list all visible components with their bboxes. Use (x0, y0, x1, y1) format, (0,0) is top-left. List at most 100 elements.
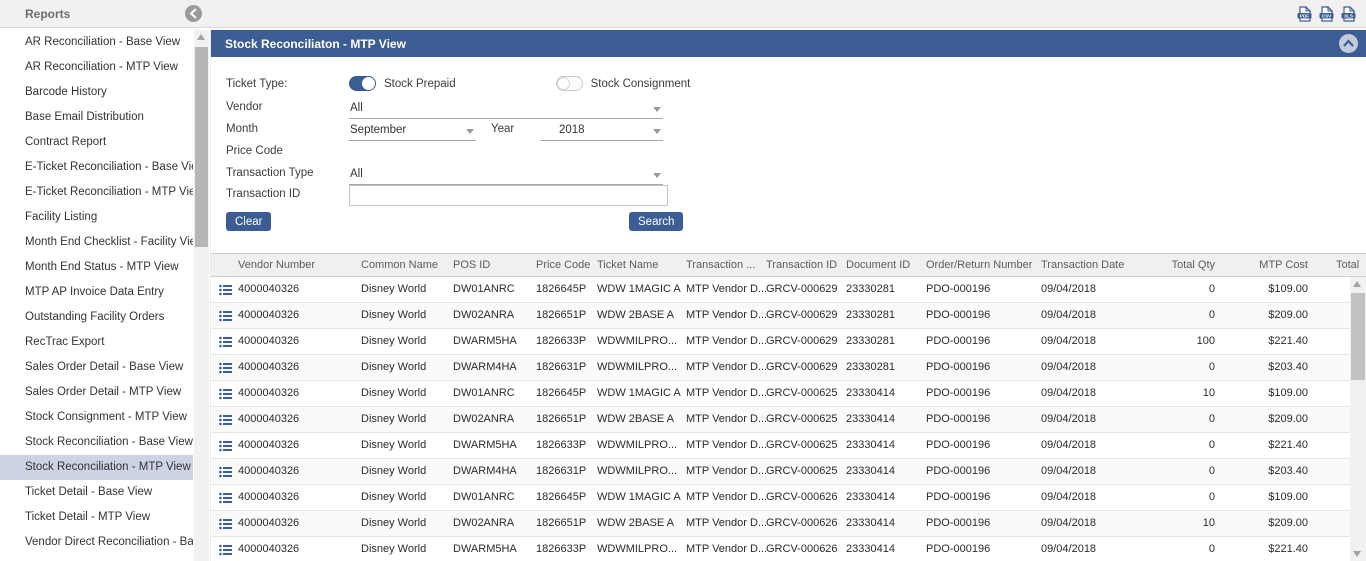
cell-transaction-type: MTP Vendor D... (686, 485, 766, 510)
column-header-price-code[interactable]: Price Code (536, 254, 597, 276)
pdf-export-icon[interactable]: PDF (1297, 6, 1312, 22)
column-header-pos-id[interactable]: POS ID (453, 254, 536, 276)
table-row[interactable]: 4000040326Disney WorldDW02ANRA1826651PWD… (211, 511, 1350, 537)
sidebar-item[interactable]: Stock Reconciliation - Base View (0, 430, 193, 455)
vendor-select[interactable]: All (349, 98, 663, 119)
scroll-down-icon[interactable] (1350, 547, 1365, 561)
table-row[interactable]: 4000040326Disney WorldDWARM4HA1826631PWD… (211, 355, 1350, 381)
sidebar-item[interactable]: AR Reconciliation - MTP View (0, 55, 193, 80)
row-detail-icon[interactable] (219, 440, 232, 452)
sidebar-collapse-button[interactable] (185, 5, 202, 22)
panel-collapse-button[interactable] (1339, 34, 1358, 53)
row-menu-cell[interactable] (211, 407, 238, 432)
sidebar-item[interactable]: Contract Report (0, 130, 193, 155)
table-row[interactable]: 4000040326Disney WorldDW02ANRA1826651PWD… (211, 407, 1350, 433)
row-menu-cell[interactable] (211, 355, 238, 380)
row-menu-cell[interactable] (211, 433, 238, 458)
sidebar-item[interactable]: Month End Status - MTP View (0, 255, 193, 280)
row-detail-icon[interactable] (219, 310, 232, 322)
table-row[interactable]: 4000040326Disney WorldDWARM5HA1826633PWD… (211, 329, 1350, 355)
sidebar-item[interactable]: E-Ticket Reconciliation - Base View (0, 155, 193, 180)
cell-total (1316, 537, 1350, 561)
cell-total-qty: 0 (1131, 537, 1223, 561)
cell-vendor-number: 4000040326 (238, 485, 361, 510)
sidebar-item[interactable]: Barcode History (0, 80, 193, 105)
cell-document-id: 23330414 (846, 459, 926, 484)
sidebar-item[interactable]: RecTrac Export (0, 330, 193, 355)
row-menu-cell[interactable] (211, 511, 238, 536)
column-header-ticket-name[interactable]: Ticket Name (597, 254, 686, 276)
table-row[interactable]: 4000040326Disney WorldDW01ANRC1826645PWD… (211, 381, 1350, 407)
column-header-total[interactable]: Total (1316, 254, 1366, 276)
transaction-id-input[interactable] (349, 185, 668, 206)
grid-scrollbar-thumb[interactable] (1351, 293, 1365, 380)
row-menu-cell[interactable] (211, 303, 238, 328)
cell-ticket-name: WDWMILPRO... (597, 433, 686, 458)
sidebar-item[interactable]: Sales Order Detail - Base View (0, 355, 193, 380)
scroll-up-icon[interactable] (1350, 277, 1365, 291)
cell-transaction-id: GRCV-000626 (766, 511, 846, 536)
sidebar-item[interactable]: AR Reconciliation - Base View (0, 30, 193, 55)
table-row[interactable]: 4000040326Disney WorldDWARM5HA1826633PWD… (211, 537, 1350, 561)
cell-ticket-name: WDW 2BASE A (597, 511, 686, 536)
column-header-transaction-date[interactable]: Transaction Date (1041, 254, 1131, 276)
table-row[interactable]: 4000040326Disney WorldDWARM5HA1826633PWD… (211, 433, 1350, 459)
sidebar-item[interactable]: Stock Consignment - MTP View (0, 405, 193, 430)
stock-consignment-toggle[interactable] (556, 76, 583, 91)
cell-transaction-id: GRCV-000626 (766, 537, 846, 561)
xls-export-icon[interactable]: XLS (1341, 6, 1356, 22)
year-select[interactable]: 2018 (541, 120, 663, 141)
row-detail-icon[interactable] (219, 492, 232, 504)
row-detail-icon[interactable] (219, 466, 232, 478)
row-menu-cell[interactable] (211, 329, 238, 354)
cell-mtp-cost: $221.40 (1223, 329, 1316, 354)
sidebar-item[interactable]: Vendor Direct Reconciliation - Base Vi (0, 530, 193, 555)
row-menu-cell[interactable] (211, 277, 238, 302)
search-button[interactable]: Search (629, 212, 683, 231)
sidebar-item[interactable]: Outstanding Facility Orders (0, 305, 193, 330)
sidebar-item[interactable]: Ticket Detail - MTP View (0, 505, 193, 530)
scroll-up-icon[interactable] (194, 30, 209, 44)
row-menu-cell[interactable] (211, 485, 238, 510)
column-header-transaction-id[interactable]: Transaction ID (766, 254, 846, 276)
row-menu-cell[interactable] (211, 537, 238, 561)
table-row[interactable]: 4000040326Disney WorldDW01ANRC1826645PWD… (211, 277, 1350, 303)
sidebar-item[interactable]: Ticket Detail - Base View (0, 480, 193, 505)
table-row[interactable]: 4000040326Disney WorldDWARM4HA1826631PWD… (211, 459, 1350, 485)
sidebar-item[interactable]: MTP AP Invoice Data Entry (0, 280, 193, 305)
row-detail-icon[interactable] (219, 414, 232, 426)
column-header-vendor-number[interactable]: Vendor Number (238, 254, 361, 276)
sidebar-scrollbar[interactable] (194, 30, 209, 561)
sidebar-item[interactable]: Sales Order Detail - MTP View (0, 380, 193, 405)
column-header-common-name[interactable]: Common Name (361, 254, 453, 276)
stock-prepaid-label: Stock Prepaid (384, 78, 456, 90)
sidebar-scrollbar-thumb[interactable] (195, 47, 208, 247)
row-menu-cell[interactable] (211, 459, 238, 484)
column-header-document-id[interactable]: Document ID (846, 254, 926, 276)
row-menu-cell[interactable] (211, 381, 238, 406)
sidebar-item[interactable]: Facility Listing (0, 205, 193, 230)
row-detail-icon[interactable] (219, 284, 232, 296)
row-detail-icon[interactable] (219, 518, 232, 530)
sidebar-item[interactable]: Base Email Distribution (0, 105, 193, 130)
dropdown-arrow-icon (653, 107, 661, 112)
column-header-order-return-number[interactable]: Order/Return Number (926, 254, 1041, 276)
row-detail-icon[interactable] (219, 362, 232, 374)
csv-export-icon[interactable]: CSV (1319, 6, 1334, 22)
row-detail-icon[interactable] (219, 388, 232, 400)
grid-scrollbar[interactable] (1350, 277, 1366, 561)
table-row[interactable]: 4000040326Disney WorldDW02ANRA1826651PWD… (211, 303, 1350, 329)
column-header-mtp-cost[interactable]: MTP Cost (1223, 254, 1316, 276)
clear-button[interactable]: Clear (226, 212, 271, 231)
month-select[interactable]: September (349, 120, 476, 141)
row-detail-icon[interactable] (219, 544, 232, 556)
column-header-transaction-type[interactable]: Transaction ... (686, 254, 766, 276)
stock-prepaid-toggle[interactable] (349, 76, 376, 91)
sidebar-item[interactable]: Month End Checklist - Facility View (0, 230, 193, 255)
column-header-total-qty[interactable]: Total Qty (1131, 254, 1223, 276)
row-detail-icon[interactable] (219, 336, 232, 348)
transaction-type-select[interactable]: All (349, 164, 663, 185)
sidebar-item[interactable]: Stock Reconciliation - MTP View (0, 455, 193, 480)
table-row[interactable]: 4000040326Disney WorldDW01ANRC1826645PWD… (211, 485, 1350, 511)
sidebar-item[interactable]: E-Ticket Reconciliation - MTP View (0, 180, 193, 205)
